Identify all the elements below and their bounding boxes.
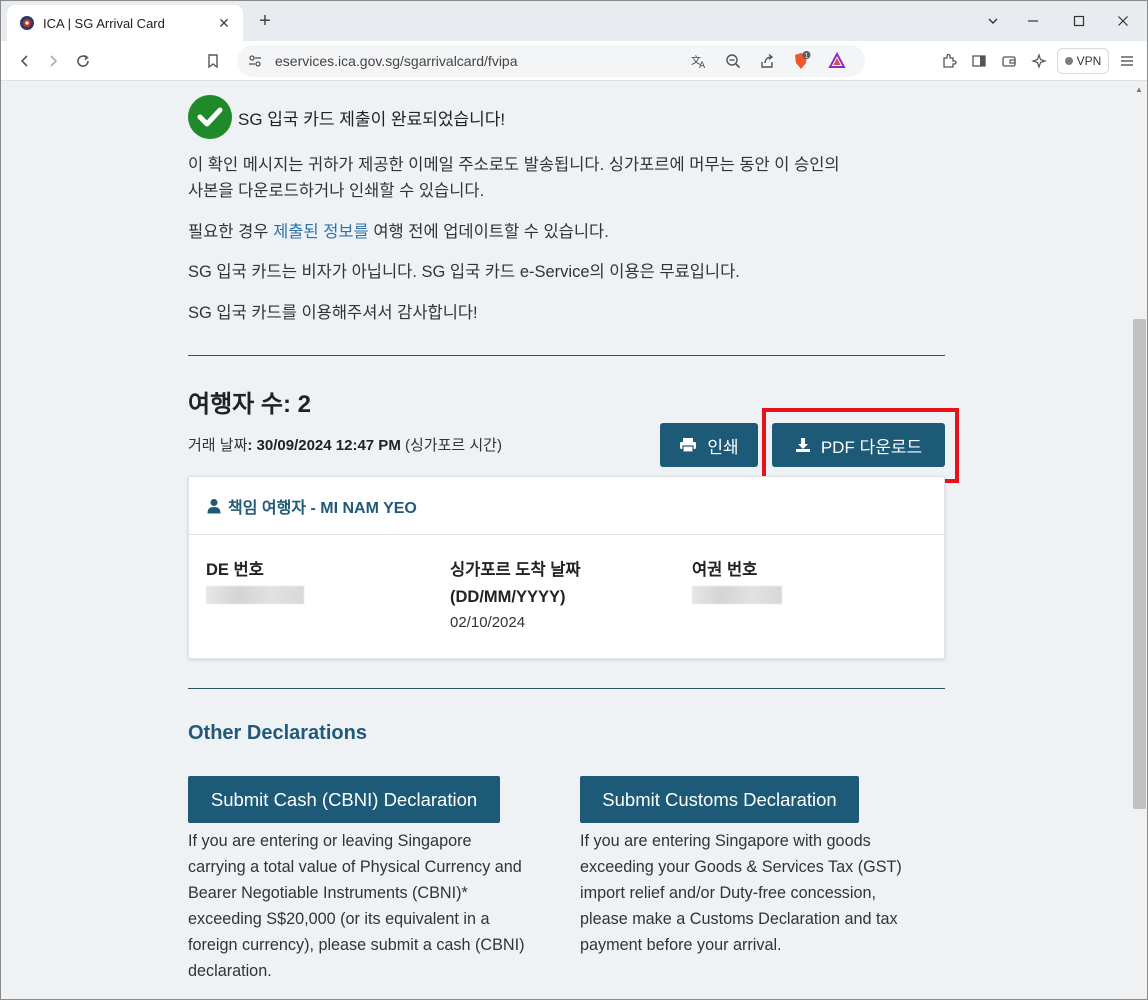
divider <box>188 688 945 689</box>
lead-traveller-name: 책임 여행자 - MI NAM YEO <box>228 499 417 517</box>
transaction-date-label: 거래 날짜 <box>188 437 248 454</box>
customs-declaration-description: If you are entering Singapore with goods… <box>580 828 945 958</box>
customs-desc-line: exceeding your Goods & Services Tax (GST… <box>580 858 902 876</box>
cash-desc-line: exceeding S$20,000 (or its equivalent in… <box>188 910 490 928</box>
success-message: SG 입국 카드 제출이 완료되었습니다! <box>238 109 506 129</box>
brave-shields-icon[interactable]: 1 <box>789 49 813 73</box>
tab-close-icon[interactable]: ✕ <box>215 14 233 32</box>
arrival-date-label: 싱가포르 도착 날짜 <box>450 561 581 579</box>
customs-desc-line: payment before your arrival. <box>580 936 782 954</box>
address-bar[interactable]: eservices.ica.gov.sg/sgarrivalcard/fvipa… <box>237 45 865 77</box>
vpn-button[interactable]: VPN <box>1057 48 1109 74</box>
submit-customs-declaration-button[interactable]: Submit Customs Declaration <box>580 776 859 823</box>
wallet-icon[interactable] <box>997 49 1021 73</box>
traveller-card: 책임 여행자 - MI NAM YEO DE 번호 싱가포르 도착 날짜 (DD… <box>188 476 945 659</box>
new-tab-button[interactable]: + <box>253 9 277 33</box>
other-declarations-title: Other Declarations <box>188 722 367 744</box>
vpn-status-icon <box>1064 57 1073 65</box>
vpn-label: VPN <box>1076 54 1102 68</box>
print-icon <box>679 437 697 453</box>
cash-desc-line: If you are entering or leaving Singapore <box>188 832 472 850</box>
brave-rewards-icon[interactable] <box>825 49 849 73</box>
tab-search-chevron-icon[interactable] <box>973 7 1013 35</box>
forward-icon[interactable] <box>41 49 65 73</box>
arrival-date-value: 02/10/2024 <box>450 614 526 631</box>
translate-icon[interactable]: 文A <box>687 49 711 73</box>
reload-icon[interactable] <box>71 49 95 73</box>
customs-desc-line: If you are entering Singapore with goods <box>580 832 871 850</box>
arrival-date-column: 싱가포르 도착 날짜 (DD/MM/YYYY) 02/10/2024 <box>450 557 581 635</box>
maximize-icon[interactable] <box>1059 7 1099 35</box>
passport-label: 여권 번호 <box>692 561 758 579</box>
thank-you-paragraph: SG 입국 카드를 이용해주셔서 감사합니다! <box>188 304 478 322</box>
divider <box>188 355 945 356</box>
scroll-up-icon[interactable]: ▲ <box>1134 85 1144 95</box>
bookmark-icon[interactable] <box>201 49 225 73</box>
submit-cash-declaration-button[interactable]: Submit Cash (CBNI) Declaration <box>188 776 500 823</box>
transaction-date-value: : 30/09/2024 12:47 PM <box>247 437 401 454</box>
success-banner: SG 입국 카드 제출이 완료되었습니다! <box>188 95 505 139</box>
site-settings-icon[interactable] <box>243 49 267 73</box>
update-prefix: 필요한 경우 <box>188 223 274 241</box>
user-icon <box>207 498 221 514</box>
print-button[interactable]: 인쇄 <box>660 423 758 467</box>
success-check-icon <box>188 95 232 139</box>
zoom-out-icon[interactable] <box>721 49 745 73</box>
transaction-date-timezone: (싱가포르 시간) <box>400 437 502 454</box>
back-icon[interactable] <box>13 49 37 73</box>
de-number-label: DE 번호 <box>206 561 264 579</box>
passport-column: 여권 번호 <box>692 557 782 604</box>
cash-desc-line: foreign currency), please submit a cash … <box>188 936 525 954</box>
lead-traveller-header: 책임 여행자 - MI NAM YEO <box>189 477 944 535</box>
tab-strip: ICA | SG Arrival Card ✕ + <box>1 1 1147 41</box>
cash-desc-line: declaration. <box>188 962 272 980</box>
extensions-icon[interactable] <box>937 49 961 73</box>
de-number-column: DE 번호 <box>206 557 304 604</box>
de-number-redacted <box>206 586 304 604</box>
minimize-icon[interactable] <box>1013 7 1053 35</box>
browser-window: ICA | SG Arrival Card ✕ + eservices.ica.… <box>0 0 1148 1000</box>
svg-text:A: A <box>699 61 706 69</box>
cash-desc-line: Bearer Negotiable Instruments (CBNI)* <box>188 884 468 902</box>
customs-desc-line: please make a Customs Declaration and ta… <box>580 910 898 928</box>
menu-icon[interactable] <box>1115 49 1139 73</box>
ica-favicon-icon <box>19 15 35 31</box>
confirmation-paragraph: 이 확인 메시지는 귀하가 제공한 이메일 주소로도 발송됩니다. 싱가포르에 … <box>188 152 840 204</box>
submitted-info-link[interactable]: 제출된 정보를 <box>273 223 369 241</box>
update-info-paragraph: 필요한 경우 제출된 정보를 여행 전에 업데이트할 수 있습니다. <box>188 219 609 245</box>
passport-redacted <box>692 586 782 604</box>
confirmation-line-1: 이 확인 메시지는 귀하가 제공한 이메일 주소로도 발송됩니다. 싱가포르에 … <box>188 156 840 174</box>
update-suffix: 여행 전에 업데이트할 수 있습니다. <box>368 223 609 241</box>
not-visa-paragraph: SG 입국 카드는 비자가 아닙니다. SG 입국 카드 e-Service의 … <box>188 263 740 281</box>
arrival-date-format: (DD/MM/YYYY) <box>450 588 566 606</box>
transaction-date: 거래 날짜: 30/09/2024 12:47 PM (싱가포르 시간) <box>188 434 502 455</box>
cash-declaration-description: If you are entering or leaving Singapore… <box>188 828 568 984</box>
browser-toolbar: eservices.ica.gov.sg/sgarrivalcard/fvipa… <box>1 41 1147 81</box>
cash-desc-line: carrying a total value of Physical Curre… <box>188 858 522 876</box>
customs-desc-line: import relief and/or Duty-free concessio… <box>580 884 876 902</box>
travellers-count-title: 여행자 수: 2 <box>188 391 311 418</box>
print-label: 인쇄 <box>707 437 739 457</box>
tab-title: ICA | SG Arrival Card <box>43 15 165 31</box>
browser-tab[interactable]: ICA | SG Arrival Card ✕ <box>7 5 243 41</box>
highlight-box <box>762 408 959 483</box>
brave-badge-count: 1 <box>805 53 809 60</box>
close-window-icon[interactable] <box>1103 7 1143 35</box>
sidebar-icon[interactable] <box>967 49 991 73</box>
scrollbar-thumb[interactable] <box>1133 319 1146 809</box>
share-icon[interactable] <box>755 49 779 73</box>
url-text: eservices.ica.gov.sg/sgarrivalcard/fvipa <box>275 53 518 69</box>
leo-ai-icon[interactable] <box>1027 49 1051 73</box>
confirmation-line-2: 사본을 다운로드하거나 인쇄할 수 있습니다. <box>188 182 485 200</box>
